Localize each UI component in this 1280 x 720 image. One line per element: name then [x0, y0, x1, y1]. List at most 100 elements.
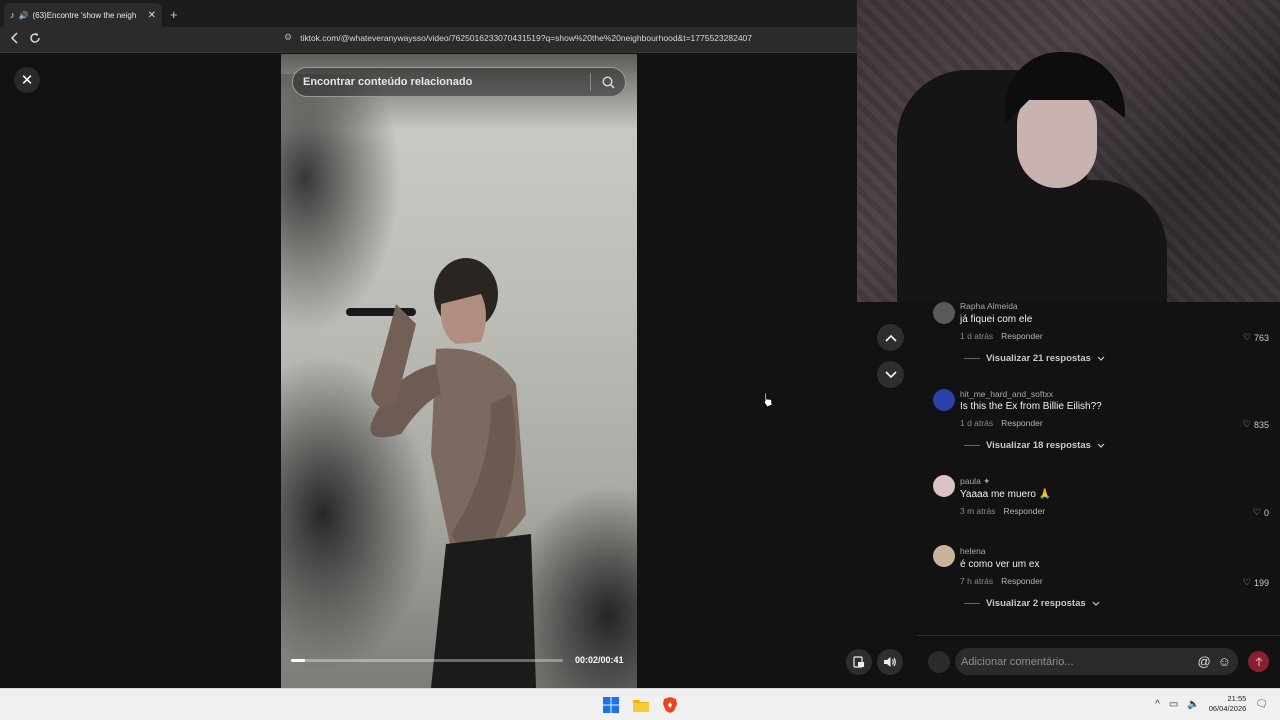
like-count: 199 — [1253, 577, 1269, 588]
comment-text: Is this the Ex from Billie Eilish?? — [960, 401, 1102, 412]
comment-meta: 1 d atrás Responder — [960, 331, 1043, 341]
comment-meta: 3 m atrás Responder — [960, 506, 1045, 516]
reply-button[interactable]: Responder — [1003, 506, 1045, 516]
video-player[interactable] — [281, 54, 637, 688]
video-progress-bar[interactable] — [291, 659, 563, 662]
comment-compose-bar: Adicionar comentário... @ ☺ — [917, 635, 1280, 688]
view-replies-button[interactable]: Visualizar 18 respostas — [964, 440, 1105, 451]
file-explorer-icon[interactable] — [632, 696, 650, 714]
view-replies-label: Visualizar 21 respostas — [986, 353, 1091, 364]
comment-input[interactable]: Adicionar comentário... @ ☺ — [955, 648, 1238, 675]
search-icon — [601, 75, 615, 89]
avatar[interactable] — [933, 475, 955, 497]
search-button[interactable] — [591, 75, 625, 89]
picture-in-picture-button[interactable] — [846, 649, 872, 675]
view-replies-label: Visualizar 2 respostas — [986, 598, 1086, 609]
windows-start-icon[interactable] — [602, 696, 620, 714]
back-button[interactable] — [5, 32, 25, 47]
like-button[interactable]: ♡ 199 — [1243, 577, 1269, 588]
network-icon[interactable]: ▭ — [1169, 699, 1178, 710]
mention-icon[interactable]: @ — [1198, 654, 1211, 669]
heart-icon: ♡ — [1252, 507, 1261, 517]
speaker-icon[interactable]: 🔊 — [19, 11, 29, 20]
back-arrow-icon — [10, 32, 18, 44]
post-comment-button[interactable] — [1248, 651, 1269, 672]
tab-close-icon[interactable]: ✕ — [148, 10, 156, 21]
like-button[interactable]: ♡ 0 — [1253, 507, 1269, 518]
volume-button[interactable] — [877, 649, 903, 675]
view-replies-button[interactable]: Visualizar 2 respostas — [964, 598, 1100, 609]
volume-icon[interactable]: 🔈 — [1187, 699, 1199, 710]
webcam-person-face — [1017, 88, 1097, 188]
comment-text: já fiquei com ele — [960, 314, 1033, 325]
comment-meta: 7 h atrás Responder — [960, 576, 1043, 586]
avatar[interactable] — [933, 389, 955, 411]
next-video-button[interactable] — [877, 361, 904, 388]
emoji-icon[interactable]: ☺ — [1218, 654, 1231, 669]
url-field[interactable]: ⚙ tiktok.com/@whateveranywaysso/video/76… — [284, 32, 752, 43]
heart-icon: ♡ — [1242, 332, 1251, 342]
like-button[interactable]: ♡ 835 — [1243, 419, 1269, 430]
chevron-down-icon — [1092, 601, 1100, 606]
close-video-button[interactable]: ✕ — [14, 67, 40, 93]
reload-button[interactable] — [25, 32, 45, 47]
avatar[interactable] — [933, 302, 955, 324]
reply-button[interactable]: Responder — [1001, 576, 1043, 586]
browser-tab[interactable]: ♪ 🔊 (63)Encontre 'show the neigh ✕ — [4, 3, 162, 27]
clock-time: 21:55 — [1227, 694, 1247, 703]
current-user-avatar — [928, 651, 950, 673]
comment-age: 1 d atrás — [960, 331, 994, 341]
singer-figure — [346, 258, 536, 688]
replies-line — [964, 445, 980, 446]
reply-button[interactable]: Responder — [1001, 418, 1043, 428]
comment-text: Yaaaa me muero 🙏 — [960, 489, 1052, 500]
replies-line — [964, 603, 980, 604]
system-tray: ^ ▭ 🔈 21:55 06/04/2026 🗨 — [1155, 694, 1268, 714]
screen: ♪ 🔊 (63)Encontre 'show the neigh ✕ + ⚙ t… — [0, 0, 1280, 720]
search-input[interactable]: Encontrar conteúdo relacionado — [303, 76, 590, 88]
chevron-down-icon — [1097, 443, 1105, 448]
webcam-overlay — [857, 0, 1280, 302]
chevron-down-icon — [1097, 356, 1105, 361]
heart-icon: ♡ — [1242, 419, 1251, 429]
comment-age: 7 h atrás — [960, 576, 994, 586]
new-tab-button[interactable]: + — [170, 7, 178, 22]
reload-icon — [30, 32, 40, 43]
brave-browser-icon[interactable] — [661, 696, 679, 714]
comment-username[interactable]: Rapha Almeida — [960, 302, 1018, 311]
chevron-up-icon — [884, 334, 897, 342]
comment-item: Rapha Almeida já fiquei com ele 1 d atrá… — [917, 302, 1280, 378]
volume-icon — [884, 657, 896, 667]
notification-icon[interactable]: 🗨 — [1255, 699, 1268, 710]
comment-age: 3 m atrás — [960, 506, 996, 516]
chevron-down-icon — [884, 370, 897, 378]
video-stage: ✕ Encontrar conteúdo relacionado 00:02/0… — [0, 54, 903, 688]
chevron-up-icon[interactable]: ^ — [1155, 699, 1160, 710]
replies-line — [964, 358, 980, 359]
comment-placeholder: Adicionar comentário... — [961, 655, 1074, 668]
taskbar: ^ ▭ 🔈 21:55 06/04/2026 🗨 — [0, 688, 1280, 720]
clock[interactable]: 21:55 06/04/2026 — [1209, 694, 1247, 714]
tiktok-icon: ♪ — [10, 10, 15, 20]
comment-item: paula ✦ Yaaaa me muero 🙏 3 m atrás Respo… — [917, 473, 1280, 533]
like-count: 763 — [1253, 332, 1269, 343]
mouse-cursor-icon — [763, 392, 773, 408]
comment-item: helena é como ver um ex 7 h atrás Respon… — [917, 543, 1280, 623]
comment-username[interactable]: paula ✦ — [960, 476, 990, 487]
view-replies-button[interactable]: Visualizar 21 respostas — [964, 353, 1105, 364]
previous-video-button[interactable] — [877, 324, 904, 351]
comment-age: 1 d atrás — [960, 418, 994, 428]
arrow-up-icon — [1255, 656, 1262, 666]
comment-username[interactable]: helena — [960, 546, 986, 556]
url-text: tiktok.com/@whateveranywaysso/video/7625… — [300, 32, 752, 43]
site-settings-icon[interactable]: ⚙ — [284, 32, 292, 43]
reply-button[interactable]: Responder — [1001, 331, 1043, 341]
like-button[interactable]: ♡ 763 — [1243, 332, 1269, 343]
comment-meta: 1 d atrás Responder — [960, 418, 1043, 428]
comment-username[interactable]: hit_me_hard_and_softxx — [960, 389, 1053, 399]
avatar[interactable] — [933, 545, 955, 567]
pip-icon — [853, 656, 864, 668]
related-search-box[interactable]: Encontrar conteúdo relacionado — [292, 67, 626, 97]
comment-text: é como ver um ex — [960, 559, 1040, 570]
view-replies-label: Visualizar 18 respostas — [986, 440, 1091, 451]
